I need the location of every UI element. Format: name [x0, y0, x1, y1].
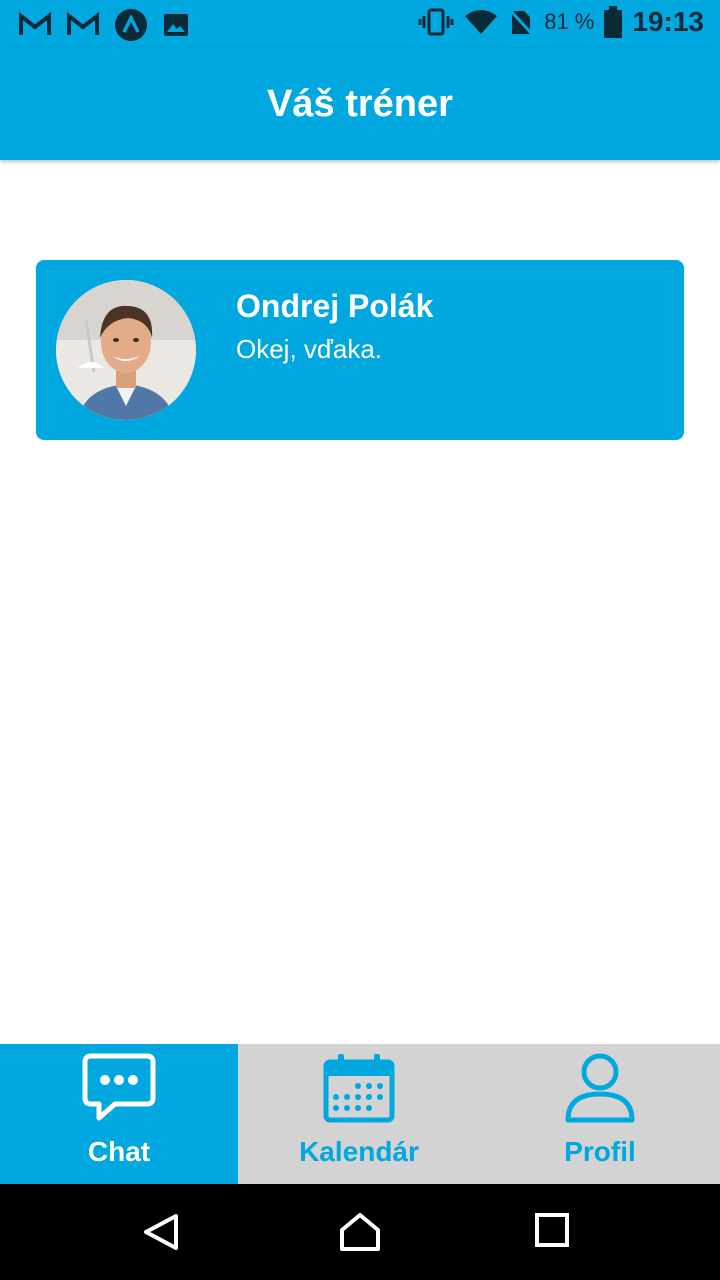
system-status-icons: 81 % 19:13: [418, 6, 704, 38]
battery-icon: [604, 6, 623, 38]
tab-label-kalendar: Kalendár: [299, 1136, 419, 1167]
tab-label-profil: Profil: [564, 1136, 636, 1167]
vibrate-icon: [418, 8, 454, 36]
trainer-chat-card[interactable]: Ondrej Polák Okej, vďaka.: [36, 260, 684, 440]
image-icon: [164, 14, 188, 36]
gmail-icon: [67, 12, 99, 35]
bottom-navigation: Chat Kalendár Profil: [0, 1044, 720, 1184]
app-bar: Váš tréner: [0, 48, 720, 160]
tab-label-chat: Chat: [87, 1136, 151, 1167]
person-icon: [565, 1053, 635, 1123]
tab-kalendar[interactable]: Kalendár: [238, 1044, 480, 1184]
clock: 19:13: [632, 6, 704, 37]
last-message: Okej, vďaka.: [236, 334, 383, 364]
no-sim-icon: [508, 7, 535, 37]
notification-icons: [18, 8, 190, 42]
recents-icon[interactable]: [534, 1212, 570, 1248]
battery-percent: 81 %: [544, 9, 595, 34]
trainer-name: Ondrej Polák: [236, 288, 434, 324]
tab-chat[interactable]: Chat: [0, 1044, 238, 1184]
avatar-photo: [56, 280, 196, 420]
home-icon[interactable]: [338, 1212, 382, 1252]
gmail-icon: [19, 12, 51, 35]
page-title: Váš tréner: [267, 82, 453, 125]
wifi-icon: [465, 10, 498, 34]
back-icon[interactable]: [140, 1212, 180, 1252]
tab-profil[interactable]: Profil: [480, 1044, 720, 1184]
system-navigation-bar: [0, 1184, 720, 1280]
calendar-icon: [323, 1054, 395, 1123]
status-bar: 81 % 19:13: [0, 0, 720, 48]
app-icon: [115, 9, 147, 41]
chat-bubble-icon: [82, 1053, 156, 1121]
trainer-avatar: [56, 280, 196, 420]
